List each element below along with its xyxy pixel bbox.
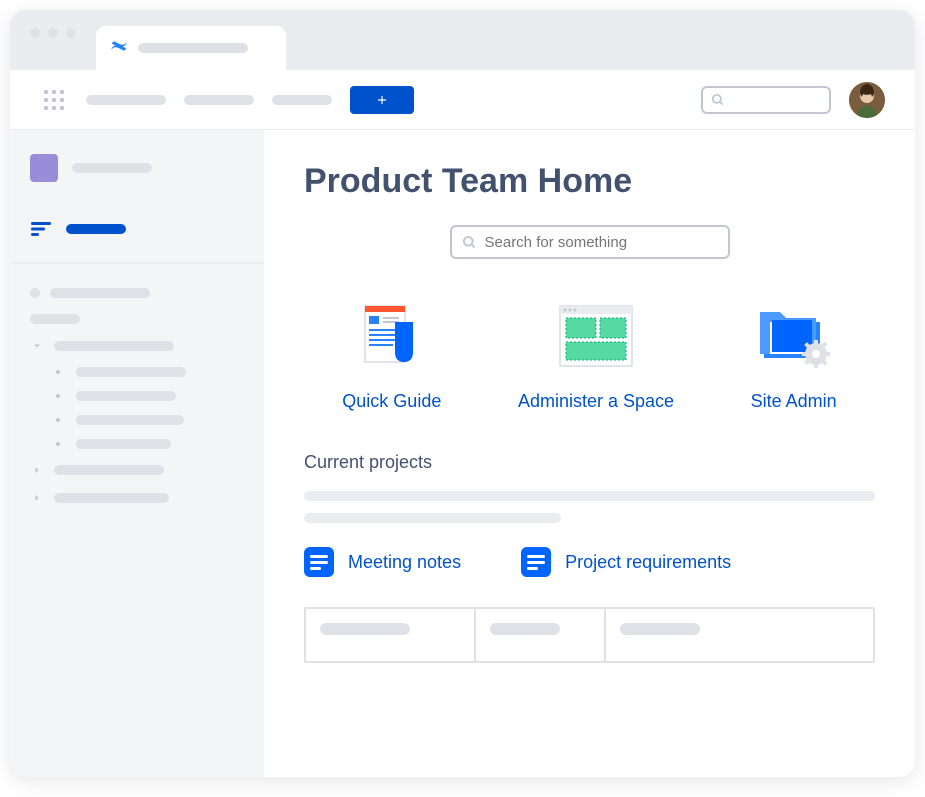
table-header-cell [306, 609, 476, 661]
bullet-icon [56, 442, 60, 446]
tree-label-placeholder [76, 415, 184, 425]
link-label: Meeting notes [348, 552, 461, 573]
section-current-projects: Current projects [304, 452, 875, 473]
tree-item[interactable] [30, 306, 244, 332]
search-icon [462, 235, 477, 250]
card-label: Administer a Space [518, 391, 674, 412]
chevron-right-icon [30, 464, 44, 476]
bullet-icon [56, 418, 60, 422]
content-placeholder [304, 491, 875, 501]
top-navigation [10, 70, 915, 130]
browser-tab[interactable] [96, 26, 286, 70]
bullet-icon [56, 394, 60, 398]
page-icon [304, 547, 334, 577]
global-search[interactable] [701, 86, 831, 114]
card-quick-guide[interactable]: Quick Guide [342, 299, 441, 412]
page-icon [521, 547, 551, 577]
page-links-row: Meeting notes Project requirements [304, 547, 875, 577]
card-site-admin[interactable]: Site Admin [751, 299, 837, 412]
table-header-cell [476, 609, 606, 661]
space-name-placeholder [72, 163, 152, 173]
tree-label-placeholder [30, 314, 80, 324]
space-header[interactable] [30, 154, 244, 182]
page-dot-icon [30, 288, 40, 298]
link-label: Project requirements [565, 552, 731, 573]
create-button[interactable] [350, 86, 414, 114]
link-meeting-notes[interactable]: Meeting notes [304, 547, 461, 577]
window-close-icon[interactable] [30, 28, 40, 38]
link-project-requirements[interactable]: Project requirements [521, 547, 731, 577]
nav-item-placeholder[interactable] [184, 95, 254, 105]
card-administer-space[interactable]: Administer a Space [518, 299, 674, 412]
bullet-icon [56, 370, 60, 374]
search-icon [711, 93, 725, 107]
window-maximize-icon[interactable] [66, 28, 76, 38]
folder-gear-icon [751, 299, 837, 375]
app-body: Product Team Home Quick Guide Administer… [10, 130, 915, 777]
quick-links-row: Quick Guide Administer a Space Site Admi… [304, 299, 875, 412]
window-titlebar [10, 10, 915, 70]
main-content: Product Team Home Quick Guide Administer… [264, 130, 915, 777]
card-label: Site Admin [751, 391, 837, 412]
cell-placeholder [620, 623, 700, 635]
page-search-box[interactable] [450, 225, 730, 259]
tree-label-placeholder [54, 465, 164, 475]
layout-icon [518, 299, 674, 375]
document-icon [342, 299, 441, 375]
tree-item-expandable[interactable] [30, 332, 244, 360]
app-switcher-icon[interactable] [40, 86, 68, 114]
chevron-down-icon [30, 340, 44, 352]
page-search-input[interactable] [485, 234, 718, 251]
page-title: Product Team Home [304, 162, 875, 201]
sidebar [10, 130, 264, 777]
tree-child-item[interactable] [50, 408, 244, 432]
tree-item-expandable[interactable] [30, 484, 244, 512]
cell-placeholder [320, 623, 410, 635]
tree-item-expandable[interactable] [30, 456, 244, 484]
tree-label-placeholder [76, 367, 186, 377]
tree-item[interactable] [30, 280, 244, 306]
nav-label-placeholder [66, 224, 126, 234]
cell-placeholder [490, 623, 560, 635]
tree-label-placeholder [50, 288, 150, 298]
window-controls [30, 28, 76, 38]
space-icon [30, 154, 58, 182]
window-minimize-icon[interactable] [48, 28, 58, 38]
table-header-cell [606, 609, 873, 661]
app-window: Product Team Home Quick Guide Administer… [10, 10, 915, 777]
tree-child-item[interactable] [50, 384, 244, 408]
tree-label-placeholder [54, 341, 174, 351]
sidebar-divider [10, 262, 264, 264]
chevron-right-icon [30, 492, 44, 504]
confluence-logo-icon [110, 37, 128, 60]
tree-label-placeholder [76, 439, 171, 449]
nav-item-placeholder[interactable] [272, 95, 332, 105]
tree-child-item[interactable] [50, 432, 244, 456]
tree-children [30, 360, 244, 456]
tab-title-placeholder [138, 43, 248, 53]
tree-label-placeholder [76, 391, 176, 401]
plus-icon [375, 93, 389, 107]
table [304, 607, 875, 663]
nav-item-placeholder[interactable] [86, 95, 166, 105]
card-label: Quick Guide [342, 391, 441, 412]
overview-icon [30, 222, 52, 236]
content-placeholder [304, 513, 561, 523]
tree-child-item[interactable] [50, 360, 244, 384]
sidebar-nav-overview[interactable] [30, 212, 244, 246]
tree-label-placeholder [54, 493, 169, 503]
user-avatar[interactable] [849, 82, 885, 118]
